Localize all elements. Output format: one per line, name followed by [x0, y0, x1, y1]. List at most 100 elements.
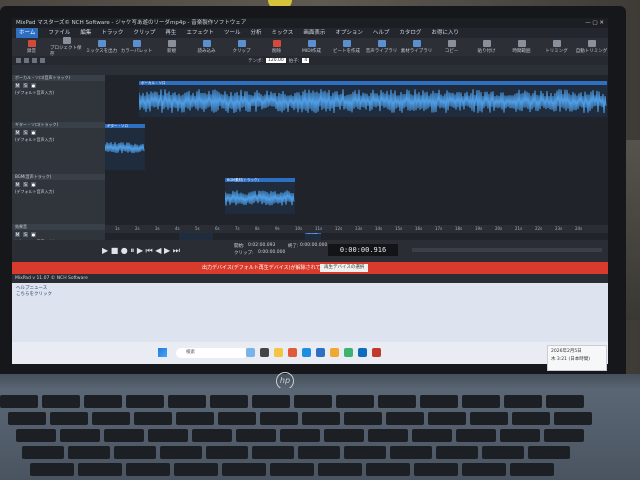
menu-tools[interactable]: ツール	[224, 28, 241, 38]
tempo-input[interactable]: 120.00	[266, 58, 286, 63]
solo-button[interactable]: S	[23, 182, 28, 187]
app-icon[interactable]	[330, 348, 339, 357]
chrome-icon[interactable]	[344, 348, 353, 357]
clip-button[interactable]: クリップ	[225, 40, 258, 54]
audio-clip[interactable]: ギター・ソロ	[104, 124, 145, 170]
track-lane[interactable]: ボーカル・ソロ	[105, 75, 608, 123]
menu-effect[interactable]: エフェクト	[186, 28, 214, 38]
track-header[interactable]: ギター・ソロ(トラック) M S ● (デフォルト音声入力)	[12, 122, 105, 175]
menu-mix[interactable]: ミックス	[271, 28, 293, 38]
search-input[interactable]: 検索	[176, 348, 248, 358]
mute-button[interactable]: M	[15, 232, 20, 237]
audio-clip[interactable]: BGM素材(トラック)	[224, 178, 295, 214]
track-header[interactable]: BGM(音声トラック) M S ● (デフォルト音声入力)	[12, 174, 105, 225]
keyboard-key	[174, 463, 218, 476]
app-icon[interactable]	[288, 348, 297, 357]
title-bar: MixPad マスターズ© NCH Software - ジャケ写あ遊のリーダm…	[12, 18, 608, 28]
tool-icon[interactable]	[40, 58, 45, 63]
ruler-tick: 16s	[415, 226, 423, 231]
solo-button[interactable]: S	[23, 130, 28, 135]
edge-icon[interactable]	[302, 348, 311, 357]
track-header[interactable]: ボーカル・ソロ(音声トラック) M S ● (デフォルト音声入力)	[12, 75, 105, 123]
record-arm-button[interactable]: ●	[31, 182, 36, 187]
tool-icon[interactable]	[24, 58, 29, 63]
beat-button[interactable]: ビートを作成	[330, 40, 363, 54]
record-arm-button[interactable]: ●	[31, 83, 36, 88]
mute-button[interactable]: M	[15, 83, 20, 88]
keyboard-key	[104, 429, 144, 442]
ruler-tick: 17s	[435, 226, 443, 231]
mute-button[interactable]: M	[15, 130, 20, 135]
outlook-icon[interactable]	[358, 348, 367, 357]
keyboard-key	[92, 412, 130, 425]
delete-button[interactable]: 削除	[260, 40, 293, 54]
select-device-button[interactable]: 再生デバイスの選択	[320, 264, 369, 272]
sound-library-button[interactable]: 音声ライブラリ	[365, 40, 398, 54]
menu-catalog[interactable]: カタログ	[399, 28, 421, 38]
menu-analyze[interactable]: 分析	[250, 28, 261, 38]
folder-icon[interactable]	[274, 348, 283, 357]
menu-home[interactable]: ホーム	[16, 28, 39, 38]
menu-view[interactable]: 画面表示	[303, 28, 325, 38]
app-icon[interactable]	[246, 348, 255, 357]
track-lane[interactable]: ギター・ソロ	[104, 122, 608, 175]
track-input[interactable]: (デフォルト音声入力)	[12, 189, 105, 195]
track-lane[interactable]: BGM素材(トラック)	[105, 174, 608, 225]
paste-button[interactable]: 貼り付け	[470, 40, 503, 54]
menu-help[interactable]: ヘルプ	[373, 28, 390, 38]
menu-favorites[interactable]: お得に入り	[431, 28, 459, 38]
timeline-ruler[interactable]: 1s 2s 3s 4s 5s 6s 7s 8s 9s 10s 11s 12s 13s 14s 15s 16s 1…	[105, 225, 608, 233]
ruler-tick: 15s	[395, 226, 403, 231]
record-arm-button[interactable]: ●	[31, 232, 36, 237]
window-controls[interactable]: — ▢ ✕	[585, 18, 604, 28]
mute-button[interactable]: M	[15, 182, 20, 187]
keyboard-key	[298, 446, 340, 459]
app-icon[interactable]	[260, 348, 269, 357]
import-button[interactable]: 読み込み	[190, 40, 223, 54]
keyboard-key	[42, 395, 80, 408]
menu-options[interactable]: オプション	[335, 28, 363, 38]
copy-button[interactable]: コピー	[435, 40, 468, 54]
color-palette-button[interactable]: カラーパレット	[120, 40, 153, 54]
beat-input[interactable]: 4	[302, 58, 310, 63]
time-range-button[interactable]: 時間範囲	[505, 40, 538, 54]
solo-button[interactable]: S	[23, 83, 28, 88]
track-input[interactable]: (デフォルト音声入力)	[12, 137, 105, 143]
record-arm-button[interactable]: ●	[31, 130, 36, 135]
date-popup[interactable]: 2026年2月5日 木 3:21 (日本時間)	[547, 345, 607, 371]
notification[interactable]: ヘルプニュース こちらをクリック	[16, 285, 76, 299]
start-icon[interactable]	[158, 348, 167, 357]
menu-play[interactable]: 再生	[165, 28, 176, 38]
keyboard-key	[236, 429, 276, 442]
tool-icon[interactable]	[16, 58, 21, 63]
start-value: 0:02:00.093	[248, 243, 276, 248]
zoom-slider[interactable]	[412, 248, 602, 252]
material-library-button[interactable]: 素材ライブラリ	[400, 40, 433, 54]
keyboard-key	[462, 395, 500, 408]
track-input[interactable]: (デフォルト音声入力)	[12, 90, 105, 96]
mixpad-icon[interactable]	[372, 348, 381, 357]
audio-clip[interactable]: ボーカル・ソロ	[138, 81, 607, 117]
auto-trim-button[interactable]: 自動トリミング	[575, 40, 608, 54]
export-mix-button[interactable]: ミックスを出力	[85, 40, 118, 54]
new-button[interactable]: 新規	[155, 40, 188, 54]
tempo-label: テンポ:	[248, 58, 264, 64]
keyboard-key	[456, 429, 496, 442]
solo-button[interactable]: S	[23, 232, 28, 237]
record-icon	[27, 40, 36, 47]
playback-controls[interactable]: ▶ ■ ● ⏸ ▶ ⏮ ◀ ▶ ⏭	[102, 246, 180, 256]
app-icon[interactable]	[316, 348, 325, 357]
record-button[interactable]: 録音	[15, 40, 48, 54]
save-project-button[interactable]: プロジェクト保存	[50, 37, 83, 57]
ruler-tick: 18s	[455, 226, 463, 231]
keyboard-key	[366, 463, 410, 476]
midi-button[interactable]: MIDI作成	[295, 40, 328, 54]
menu-track[interactable]: トラック	[101, 28, 123, 38]
popup-time: 木 3:21 (日本時間)	[551, 357, 590, 362]
keyboard-key	[134, 412, 172, 425]
menu-clip[interactable]: クリップ	[133, 28, 155, 38]
keyboard-key	[260, 412, 298, 425]
tool-icon[interactable]	[32, 58, 37, 63]
trim-button[interactable]: トリミング	[540, 40, 573, 54]
popup-date: 2026年2月5日	[551, 349, 582, 354]
